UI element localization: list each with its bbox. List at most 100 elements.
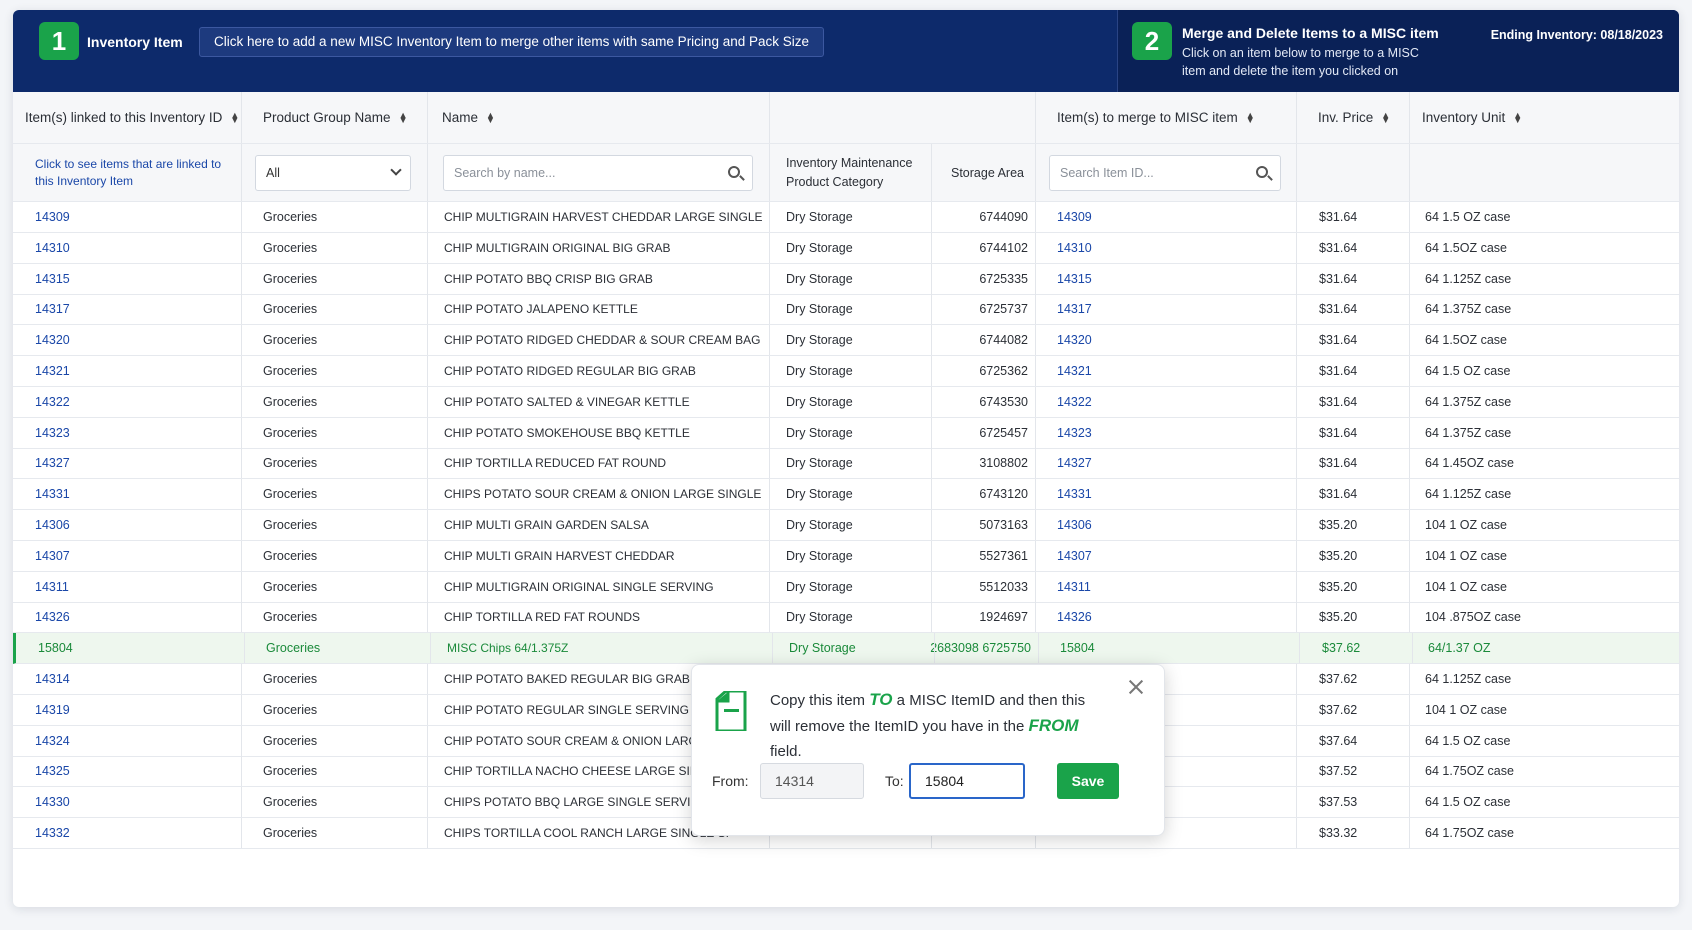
from-field[interactable] bbox=[760, 763, 864, 799]
linked-id-link[interactable]: 14310 bbox=[35, 233, 235, 263]
sort-icon[interactable]: ▲ ▼ bbox=[1513, 110, 1522, 124]
col-header-product-group[interactable]: Product Group Name ▲ ▼ bbox=[263, 92, 433, 143]
merge-item-link[interactable]: 14321 bbox=[1057, 356, 1257, 386]
linked-id-link[interactable]: 14306 bbox=[35, 510, 235, 540]
table-row[interactable]: 14320 Groceries CHIP POTATO RIDGED CHEDDAR… bbox=[13, 325, 1679, 357]
merge-item-link[interactable]: 14309 bbox=[1057, 202, 1257, 232]
linked-id-link[interactable]: 15804 bbox=[38, 633, 238, 663]
linked-id-link[interactable]: 14315 bbox=[35, 264, 235, 294]
linked-id-link[interactable]: 14331 bbox=[35, 479, 235, 509]
table-row[interactable]: 14315 Groceries CHIP POTATO BBQ CRISP BIG … bbox=[13, 263, 1679, 295]
product-group-cell: Groceries bbox=[263, 610, 318, 625]
merge-item-link[interactable]: 14311 bbox=[1057, 572, 1257, 602]
table-row[interactable]: 14326 Groceries CHIP TORTILLA RED FAT ROUN… bbox=[13, 602, 1679, 634]
linked-id-link[interactable]: 14323 bbox=[35, 418, 235, 448]
search-icon[interactable] bbox=[728, 166, 740, 178]
save-button[interactable]: Save bbox=[1057, 763, 1119, 799]
merge-item-link[interactable]: 15804 bbox=[1060, 633, 1260, 663]
table-row[interactable]: 14307 Groceries CHIP MULTI GRAIN HARVEST C… bbox=[13, 540, 1679, 572]
linked-id-link[interactable]: 14321 bbox=[35, 356, 235, 386]
to-field[interactable] bbox=[909, 763, 1025, 799]
product-group-cell: Groceries bbox=[263, 364, 318, 378]
table-row[interactable]: 14327 Groceries CHIP TORTILLA REDUCED FAT … bbox=[13, 448, 1679, 480]
add-misc-item-button[interactable]: Click here to add a new MISC Inventory I… bbox=[199, 27, 825, 57]
item-name-cell: CHIP MULTI GRAIN GARDEN SALSA bbox=[444, 518, 649, 532]
sort-icon[interactable]: ▲ ▼ bbox=[1246, 110, 1255, 124]
col-header-linked-id[interactable]: Item(s) linked to this Inventory ID ▲ ▼ bbox=[25, 92, 241, 143]
linked-id-link[interactable]: 14314 bbox=[35, 664, 235, 694]
table-row[interactable]: 14321 Groceries CHIP POTATO RIDGED REGULAR… bbox=[13, 356, 1679, 387]
storage-area-cell: 6725362 bbox=[979, 364, 1028, 378]
storage-area-cell: 6744102 bbox=[979, 240, 1028, 255]
merge-item-link[interactable]: 14326 bbox=[1057, 602, 1257, 632]
search-icon[interactable] bbox=[1256, 166, 1268, 178]
col-header-merge-id[interactable]: Item(s) to merge to MISC item ▲ ▼ bbox=[1057, 92, 1297, 143]
inv-unit-cell: 64 1.75OZ case bbox=[1425, 764, 1514, 779]
table-row[interactable]: 14310 Groceries CHIP MULTIGRAIN ORIGINAL B… bbox=[13, 232, 1679, 264]
merge-item-link[interactable]: 14323 bbox=[1057, 418, 1257, 448]
merge-item-link[interactable]: 14331 bbox=[1057, 479, 1257, 509]
storage-area-cell: 2683098 6725750 bbox=[930, 641, 1031, 656]
merge-item-link[interactable]: 14327 bbox=[1057, 448, 1257, 478]
col-header-inv-unit[interactable]: Inventory Unit ▲ ▼ bbox=[1422, 92, 1662, 143]
col-header-inv-price[interactable]: Inv. Price ▲ ▼ bbox=[1318, 92, 1418, 143]
product-group-select[interactable]: All bbox=[255, 155, 411, 191]
table-row[interactable]: 14311 Groceries CHIP MULTIGRAIN ORIGINAL S… bbox=[13, 571, 1679, 603]
storage-area-cell: 6725457 bbox=[979, 425, 1028, 440]
linked-id-link[interactable]: 14319 bbox=[35, 695, 235, 725]
name-search-input[interactable]: Search by name... bbox=[443, 155, 753, 191]
table-row[interactable]: 14331 Groceries CHIPS POTATO SOUR CREAM & … bbox=[13, 479, 1679, 511]
merge-item-link[interactable]: 14320 bbox=[1057, 325, 1257, 355]
table-row[interactable]: 14322 Groceries CHIP POTATO SALTED & VINEG… bbox=[13, 386, 1679, 418]
sort-icon[interactable]: ▲ ▼ bbox=[486, 110, 495, 124]
merge-popup: Copy this item TO a MISC ItemID and then… bbox=[691, 664, 1165, 836]
linked-id-link[interactable]: 14320 bbox=[35, 325, 235, 355]
linked-id-link[interactable]: 14322 bbox=[35, 387, 235, 417]
table-row[interactable]: 14323 Groceries CHIP POTATO SMOKEHOUSE BBQ… bbox=[13, 417, 1679, 449]
linked-id-link[interactable]: 14325 bbox=[35, 756, 235, 786]
table-row[interactable]: 14317 Groceries CHIP POTATO JALAPENO KETTL… bbox=[13, 294, 1679, 326]
merge-item-link[interactable]: 14315 bbox=[1057, 264, 1257, 294]
sort-icon[interactable]: ▲ ▼ bbox=[399, 110, 408, 124]
linked-id-link[interactable]: 14330 bbox=[35, 787, 235, 817]
sort-icon[interactable]: ▲ ▼ bbox=[1381, 110, 1390, 124]
sort-icon[interactable]: ▲ ▼ bbox=[230, 110, 239, 124]
linked-id-link[interactable]: 14324 bbox=[35, 726, 235, 756]
merge-item-link[interactable]: 14322 bbox=[1057, 387, 1257, 417]
merge-item-link[interactable]: 14310 bbox=[1057, 233, 1257, 263]
storage-area-cell: 6743120 bbox=[979, 487, 1028, 502]
linked-items-hint[interactable]: Click to see items that are linked to th… bbox=[35, 144, 225, 201]
table-filter-row: Click to see items that are linked to th… bbox=[13, 144, 1679, 202]
merge-item-link[interactable]: 14306 bbox=[1057, 510, 1257, 540]
linked-id-link[interactable]: 14309 bbox=[35, 202, 235, 232]
inv-price-cell: $37.52 bbox=[1319, 764, 1358, 779]
linked-id-link[interactable]: 14327 bbox=[35, 448, 235, 478]
inv-price-cell: $31.64 bbox=[1319, 456, 1358, 471]
linked-id-link[interactable]: 14311 bbox=[35, 572, 235, 602]
storage-area-cell: 6744082 bbox=[979, 333, 1028, 348]
item-id-search-input[interactable]: Search Item ID... bbox=[1049, 155, 1281, 191]
product-group-cell: Groceries bbox=[263, 425, 318, 440]
inv-unit-cell: 64 1.5OZ case bbox=[1425, 333, 1507, 348]
storage-area-cell: 6725737 bbox=[979, 302, 1028, 317]
merge-item-link[interactable]: 14307 bbox=[1057, 541, 1257, 571]
inv-unit-cell: 104 1 OZ case bbox=[1425, 579, 1507, 594]
merge-item-link[interactable]: 14317 bbox=[1057, 294, 1257, 324]
product-group-cell: Groceries bbox=[263, 240, 318, 255]
linked-id-link[interactable]: 14317 bbox=[35, 294, 235, 324]
linked-id-link[interactable]: 14332 bbox=[35, 818, 235, 848]
merge-inventory-panel: 1 Inventory Item Click here to add a new… bbox=[13, 10, 1679, 907]
inv-price-cell: $35.20 bbox=[1319, 518, 1358, 532]
category-cell: Dry Storage bbox=[786, 240, 853, 255]
table-row[interactable]: 14309 Groceries CHIP MULTIGRAIN HARVEST CH… bbox=[13, 202, 1679, 233]
table-row[interactable]: 14306 Groceries CHIP MULTI GRAIN GARDEN SA… bbox=[13, 510, 1679, 541]
step2-subtitle: Click on an item below to merge to a MIS… bbox=[1182, 46, 1419, 78]
close-icon[interactable] bbox=[1126, 677, 1146, 697]
inv-unit-cell: 64 1.5 OZ case bbox=[1425, 210, 1511, 224]
category-cell: Dry Storage bbox=[786, 394, 853, 409]
table-row[interactable]: 15804 Groceries MISC Chips 64/1.375Z Dry St… bbox=[13, 633, 1679, 665]
linked-id-link[interactable]: 14307 bbox=[35, 541, 235, 571]
product-group-cell: Groceries bbox=[263, 302, 318, 317]
linked-id-link[interactable]: 14326 bbox=[35, 602, 235, 632]
col-header-name[interactable]: Name ▲ ▼ bbox=[442, 92, 762, 143]
